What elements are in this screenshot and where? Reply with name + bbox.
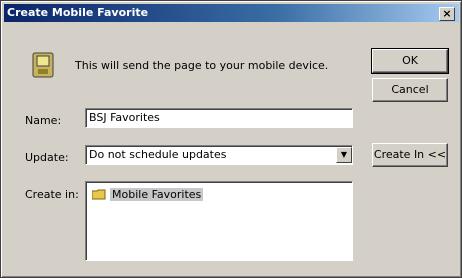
close-button[interactable]: × bbox=[439, 7, 455, 21]
name-label: Name: bbox=[25, 114, 62, 127]
mobile-device-icon bbox=[32, 52, 54, 78]
name-input[interactable]: BSJ Favorites bbox=[85, 108, 353, 128]
close-icon: × bbox=[442, 7, 452, 20]
create-in-button[interactable]: Create In << bbox=[372, 143, 448, 167]
window-title: Create Mobile Favorite bbox=[7, 6, 149, 19]
update-label: Update: bbox=[25, 151, 69, 164]
folder-icon bbox=[92, 189, 106, 200]
cancel-button[interactable]: Cancel bbox=[372, 78, 448, 102]
cancel-button-label: Cancel bbox=[391, 83, 429, 96]
update-select[interactable]: Do not schedule updates bbox=[85, 145, 353, 165]
tree-item-label: Mobile Favorites bbox=[110, 188, 204, 201]
update-select-value: Do not schedule updates bbox=[89, 148, 227, 161]
folder-tree[interactable]: Mobile Favorites bbox=[85, 181, 353, 261]
title-bar[interactable]: Create Mobile Favorite × bbox=[4, 4, 459, 22]
ok-button-label: OK bbox=[402, 54, 418, 67]
info-message: This will send the page to your mobile d… bbox=[75, 59, 329, 72]
create-in-label: Create in: bbox=[25, 188, 79, 201]
tree-item-mobile-favorites[interactable]: Mobile Favorites bbox=[92, 188, 204, 201]
create-in-button-label: Create In << bbox=[373, 148, 447, 161]
ok-button[interactable]: OK bbox=[371, 48, 449, 74]
dialog-window: Create Mobile Favorite × This will send … bbox=[0, 0, 462, 278]
chevron-down-icon[interactable]: ▼ bbox=[336, 147, 352, 163]
